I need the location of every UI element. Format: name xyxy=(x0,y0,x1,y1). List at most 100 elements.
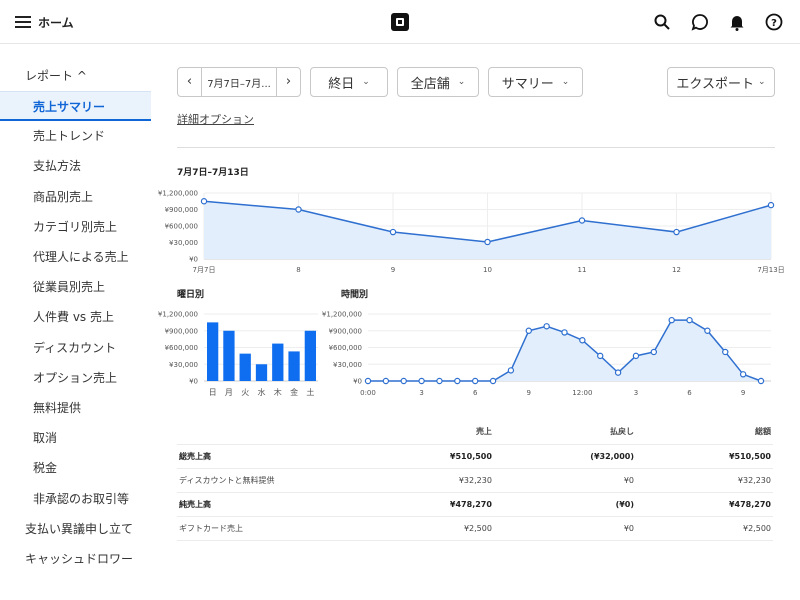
table-header-row: 売上払戻し総額 xyxy=(177,420,773,444)
data-point xyxy=(544,324,549,329)
x-tick-label: 11 xyxy=(578,266,587,274)
x-tick-label: 日 xyxy=(209,388,217,397)
bar xyxy=(256,364,267,381)
table-cell: (¥0) xyxy=(494,492,636,516)
data-point xyxy=(674,229,679,234)
data-point xyxy=(419,378,424,383)
data-point xyxy=(508,368,513,373)
bar xyxy=(305,331,316,381)
data-point xyxy=(669,318,674,323)
y-tick-label: ¥900,000 xyxy=(165,206,198,214)
table-cell: ¥2,500 xyxy=(636,516,773,540)
x-tick-label: 8 xyxy=(296,266,300,274)
data-point xyxy=(455,378,460,383)
x-tick-label: 3 xyxy=(419,389,423,397)
column-header: 払戻し xyxy=(494,420,636,444)
y-tick-label: ¥600,000 xyxy=(165,344,198,352)
x-tick-label: 12 xyxy=(672,266,681,274)
data-point xyxy=(723,349,728,354)
y-tick-label: ¥30,000 xyxy=(333,361,362,369)
y-tick-label: ¥1,200,000 xyxy=(158,311,198,319)
y-tick-label: ¥0 xyxy=(353,378,362,386)
table-row: 純売上高¥478,270(¥0)¥478,270 xyxy=(177,492,773,516)
table-cell: ¥0 xyxy=(494,468,636,492)
data-point xyxy=(768,203,773,208)
data-point xyxy=(705,328,710,333)
bar xyxy=(240,354,251,381)
data-point xyxy=(296,207,301,212)
data-point xyxy=(615,370,620,375)
data-point xyxy=(580,338,585,343)
data-point xyxy=(598,353,603,358)
x-tick-label: 9 xyxy=(391,266,395,274)
data-point xyxy=(485,239,490,244)
data-point xyxy=(526,328,531,333)
y-tick-label: ¥900,000 xyxy=(165,327,198,335)
table-cell: ¥32,230 xyxy=(636,468,773,492)
bar xyxy=(223,331,234,381)
table-cell: 総売上高 xyxy=(177,444,357,468)
data-point xyxy=(687,318,692,323)
table-cell: ¥478,270 xyxy=(636,492,773,516)
data-point xyxy=(201,199,206,204)
x-tick-label: 0:00 xyxy=(360,389,376,397)
data-point xyxy=(633,353,638,358)
x-tick-label: 金 xyxy=(290,387,298,397)
x-tick-label: 6 xyxy=(473,389,478,397)
x-tick-label: 7月7日 xyxy=(193,266,216,274)
y-tick-label: ¥1,200,000 xyxy=(158,190,198,198)
y-tick-label: ¥1,200,000 xyxy=(322,311,362,319)
table-cell: ¥510,500 xyxy=(636,444,773,468)
table-cell: 純売上高 xyxy=(177,492,357,516)
data-point xyxy=(401,378,406,383)
data-point xyxy=(437,378,442,383)
table-row: 総売上高¥510,500(¥32,000)¥510,500 xyxy=(177,444,773,468)
x-tick-label: 水 xyxy=(258,387,266,397)
table-cell: ¥510,500 xyxy=(357,444,494,468)
x-tick-label: 木 xyxy=(274,387,282,397)
data-point xyxy=(741,372,746,377)
bar xyxy=(288,351,299,381)
y-tick-label: ¥0 xyxy=(189,256,198,264)
table-cell: (¥32,000) xyxy=(494,444,636,468)
column-header: 売上 xyxy=(357,420,494,444)
table-row: ディスカウントと無料提供¥32,230¥0¥32,230 xyxy=(177,468,773,492)
bar xyxy=(207,322,218,381)
data-point xyxy=(365,378,370,383)
data-point xyxy=(473,378,478,383)
x-tick-label: 9 xyxy=(527,389,531,397)
table-cell: ¥32,230 xyxy=(357,468,494,492)
table-cell: ギフトカード売上 xyxy=(177,516,357,540)
data-point xyxy=(758,378,763,383)
y-tick-label: ¥30,000 xyxy=(169,361,198,369)
y-tick-label: ¥900,000 xyxy=(329,327,362,335)
data-point xyxy=(562,330,567,335)
column-header xyxy=(177,420,357,444)
table-cell: ¥478,270 xyxy=(357,492,494,516)
x-tick-label: 土 xyxy=(306,387,314,397)
data-point xyxy=(579,218,584,223)
data-point xyxy=(383,378,388,383)
table-cell: ¥0 xyxy=(494,516,636,540)
table-cell: ディスカウントと無料提供 xyxy=(177,468,357,492)
table-row: ギフトカード売上¥2,500¥0¥2,500 xyxy=(177,516,773,540)
y-tick-label: ¥0 xyxy=(189,378,198,386)
x-tick-label: 火 xyxy=(241,388,249,397)
data-point xyxy=(390,229,395,234)
y-tick-label: ¥30,000 xyxy=(169,239,198,247)
x-tick-label: 12:00 xyxy=(572,389,592,397)
bar xyxy=(272,344,283,381)
x-tick-label: 10 xyxy=(483,266,492,274)
x-tick-label: 6 xyxy=(687,389,692,397)
x-tick-label: 7月13日 xyxy=(757,266,784,274)
x-tick-label: 9 xyxy=(741,389,745,397)
data-point xyxy=(490,378,495,383)
data-point xyxy=(651,349,656,354)
y-tick-label: ¥600,000 xyxy=(165,223,198,231)
y-tick-label: ¥600,000 xyxy=(329,344,362,352)
table-cell: ¥2,500 xyxy=(357,516,494,540)
x-tick-label: 月 xyxy=(225,388,233,397)
summary-table: 売上払戻し総額 総売上高¥510,500(¥32,000)¥510,500ディス… xyxy=(177,420,773,541)
x-tick-label: 3 xyxy=(634,389,638,397)
column-header: 総額 xyxy=(636,420,773,444)
